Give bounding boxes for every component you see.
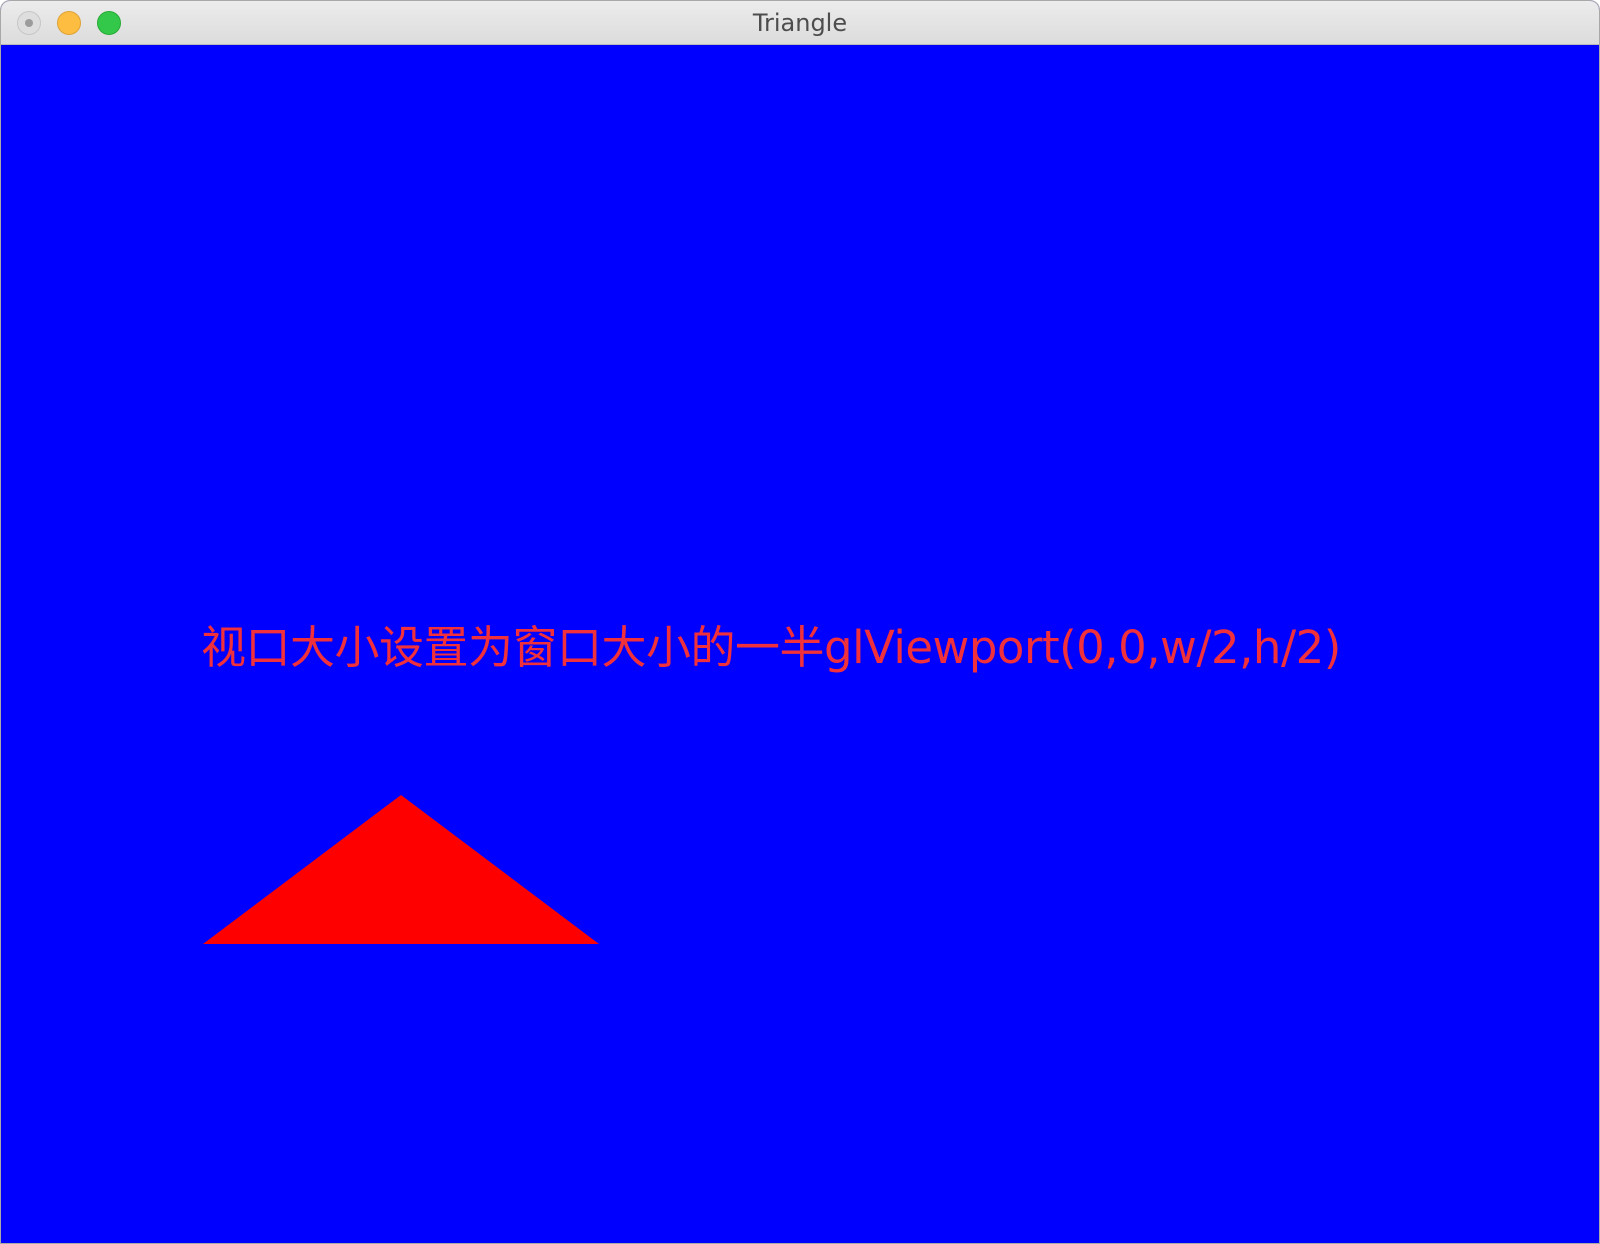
red-triangle-canvas xyxy=(203,795,599,944)
gl-canvas[interactable]: 视口大小设置为窗口大小的一半glViewport(0,0,w/2,h/2) xyxy=(1,45,1599,1243)
window-title: Triangle xyxy=(752,9,848,37)
title-bar[interactable]: Triangle xyxy=(1,1,1599,45)
app-window: Triangle 视口大小设置为窗口大小的一半glViewport(0,0,w/… xyxy=(0,0,1600,1244)
red-triangle-icon xyxy=(203,795,599,944)
